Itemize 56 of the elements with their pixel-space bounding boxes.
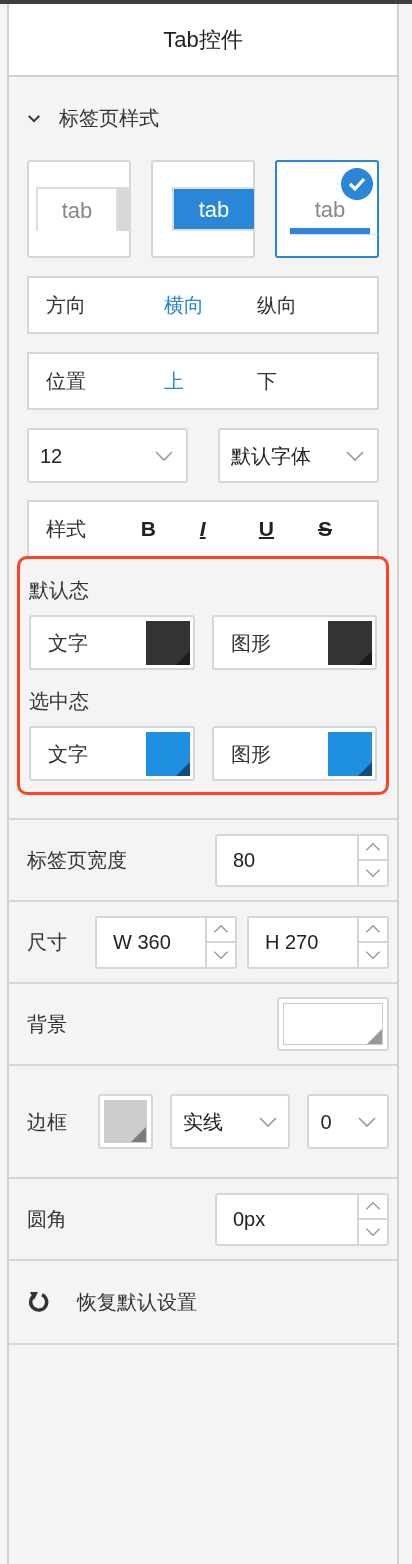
chevron-up-icon: [364, 1201, 382, 1212]
tab-style-option[interactable]: tab: [151, 160, 255, 258]
color-picker[interactable]: [277, 997, 389, 1051]
chevron-down-icon: [258, 1115, 279, 1128]
row-label: 方向: [45, 293, 87, 318]
row-label: 标签页宽度: [27, 848, 128, 873]
chevron-up-icon: [364, 924, 382, 935]
italic-button[interactable]: I: [199, 513, 259, 545]
color-picker[interactable]: 图形: [211, 615, 377, 670]
dropdown[interactable]: 实线: [170, 1094, 291, 1149]
chevron-down-icon: [154, 449, 174, 462]
chevron-down-icon: [364, 867, 382, 878]
chevron-down-icon: [27, 113, 41, 123]
chevron-up-icon: [364, 842, 382, 853]
group-label: 默认态: [29, 578, 90, 603]
color-picker[interactable]: [98, 1094, 154, 1149]
option-toggle[interactable]: 横向: [164, 290, 257, 320]
chevron-down-icon: [364, 1226, 382, 1237]
tab-preview: tab: [174, 189, 254, 229]
section-toggle[interactable]: 标签页样式: [27, 103, 159, 133]
row-label: 样式: [45, 517, 87, 542]
number-field[interactable]: 0px: [215, 1192, 389, 1246]
dropdown[interactable]: 默认字体: [218, 428, 379, 483]
tab-style-option[interactable]: tab: [275, 160, 379, 258]
chevron-down-icon: [345, 449, 365, 462]
tab-preview: tab: [36, 187, 118, 231]
panel-title: Tab控件: [163, 26, 243, 54]
number-field[interactable]: 80: [215, 833, 389, 887]
reset-icon: [27, 1290, 51, 1314]
color-picker[interactable]: 图形: [211, 726, 377, 781]
tab-style-option[interactable]: tab: [27, 160, 131, 258]
group-label: 选中态: [29, 689, 90, 714]
option-toggle[interactable]: 上: [164, 366, 257, 396]
row-label: 圆角: [27, 1207, 68, 1232]
color-picker[interactable]: 文字: [29, 726, 195, 781]
row-label: 边框: [27, 1109, 68, 1135]
color-picker[interactable]: 文字: [29, 615, 195, 670]
dropdown[interactable]: 0: [307, 1094, 389, 1149]
chevron-up-icon: [212, 924, 230, 935]
number-field[interactable]: W 360: [95, 915, 237, 969]
option-toggle[interactable]: 下: [257, 366, 350, 396]
inactive-tab-preview: [118, 187, 130, 231]
option-toggle[interactable]: 纵向: [257, 290, 350, 320]
reset-button[interactable]: 恢复默认设置: [27, 1287, 197, 1317]
row-label: 背景: [27, 1012, 68, 1037]
chevron-down-icon: [357, 1115, 377, 1128]
row-label: 位置: [45, 369, 87, 394]
row-label: 尺寸: [27, 930, 68, 955]
strikethrough-button[interactable]: S: [317, 513, 377, 545]
chevron-down-icon: [212, 949, 230, 960]
underline-button[interactable]: U: [258, 513, 318, 545]
dropdown[interactable]: 12: [27, 428, 188, 483]
number-field[interactable]: H 270: [247, 915, 389, 969]
check-badge-icon: [341, 168, 373, 200]
chevron-down-icon: [364, 949, 382, 960]
bold-button[interactable]: B: [140, 513, 200, 545]
